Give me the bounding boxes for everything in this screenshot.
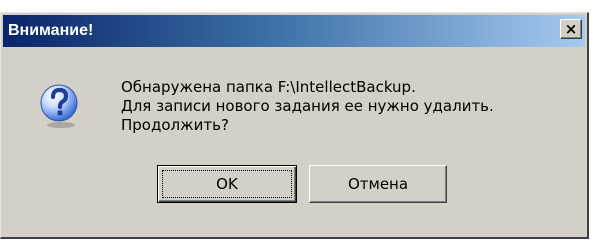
- cancel-button-label: Отмена: [347, 175, 409, 193]
- ok-button[interactable]: OK: [157, 165, 297, 203]
- question-icon: [40, 84, 78, 128]
- dialog-title: Внимание!: [8, 22, 94, 39]
- close-button[interactable]: ×: [560, 19, 582, 39]
- dialog-message: Обнаружена папка F:\IntellectBackup. Для…: [121, 78, 494, 135]
- ok-button-label: OK: [216, 175, 238, 193]
- message-line: Для записи нового задания ее нужно удали…: [121, 97, 494, 115]
- message-line: Обнаружена папка F:\IntellectBackup.: [121, 78, 416, 96]
- message-line: Продолжить?: [121, 116, 229, 134]
- message-dialog: Внимание! × Обнаружена папка F:\Intellec…: [0, 12, 589, 239]
- cancel-button[interactable]: Отмена: [309, 165, 447, 203]
- title-bar[interactable]: Внимание! ×: [3, 15, 585, 47]
- close-icon: ×: [564, 19, 578, 38]
